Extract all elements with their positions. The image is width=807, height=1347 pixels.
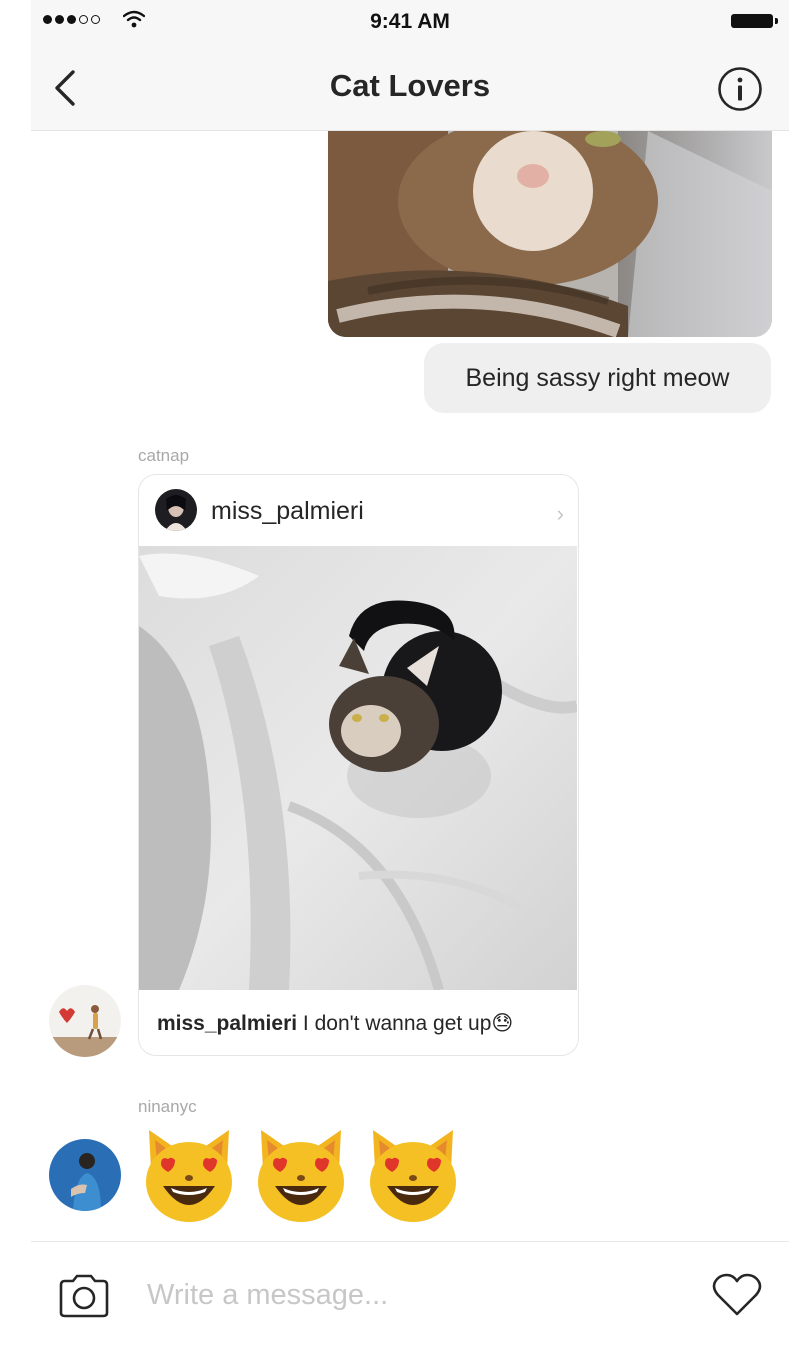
avatar-ninanyc[interactable] [49, 1139, 121, 1211]
heart-eyes-cat-emoji [258, 1130, 344, 1222]
cat-photo-image [328, 131, 772, 337]
photo-message[interactable] [328, 131, 772, 337]
chat-screen: 9:41 AM Cat Lovers Being sassy right meo… [31, 0, 789, 1347]
heart-eyes-cat-emoji [146, 1130, 232, 1222]
sad-sweat-emoji: 😓 [491, 1012, 514, 1035]
avatar-catnap[interactable] [49, 985, 121, 1057]
post-image[interactable] [139, 546, 578, 992]
post-header[interactable]: miss_palmieri › [139, 475, 578, 546]
caption-text: I don't wanna get up [297, 1012, 492, 1035]
sender-name: catnap [138, 446, 190, 465]
chevron-right-icon[interactable]: › [557, 501, 564, 527]
page-title: Cat Lovers [329, 68, 491, 103]
shared-post-card[interactable]: miss_palmieri › miss_palmieri I don't wa… [138, 474, 579, 1056]
message-input[interactable] [145, 1270, 689, 1320]
chat-header: Cat Lovers [31, 44, 789, 131]
status-time: 9:41 AM [370, 10, 450, 33]
message-composer [31, 1241, 789, 1347]
info-circle-icon[interactable] [717, 66, 763, 112]
heart-icon[interactable] [711, 1272, 763, 1318]
post-author-username[interactable]: miss_palmieri [211, 497, 364, 526]
sender-name: ninanyc [138, 1097, 197, 1116]
heart-eyes-cat-emoji [370, 1130, 456, 1222]
status-bar: 9:41 AM [31, 0, 789, 44]
camera-icon[interactable] [57, 1273, 111, 1319]
post-author-avatar [155, 489, 197, 531]
post-caption: miss_palmieri I don't wanna get up😓 [157, 1011, 513, 1036]
sent-text-message[interactable]: Being sassy right meow [424, 343, 771, 413]
battery-icon [731, 14, 778, 28]
caption-username[interactable]: miss_palmieri [157, 1012, 297, 1035]
